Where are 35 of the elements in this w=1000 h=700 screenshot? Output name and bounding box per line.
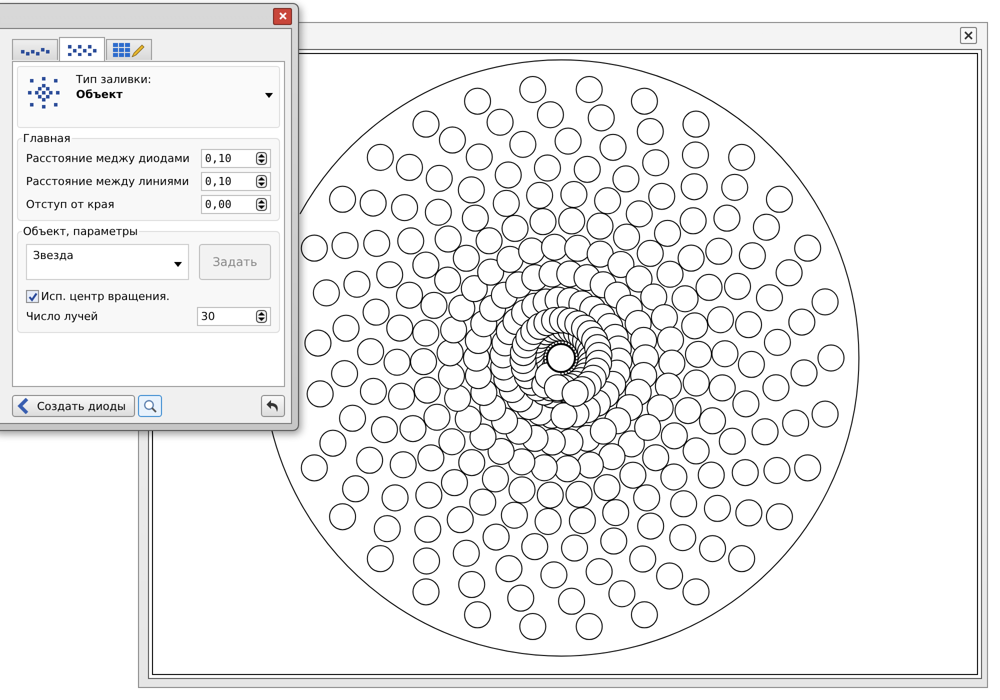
number-field[interactable]: 0,10	[201, 149, 271, 168]
field-label: Расстояние между линиями	[26, 175, 190, 188]
undo-icon	[266, 399, 280, 413]
tab[interactable]	[59, 37, 105, 61]
close-button[interactable]	[273, 8, 292, 24]
field-label: Отступ от края	[26, 198, 114, 211]
number-field[interactable]: 0,00	[201, 195, 271, 214]
search-button[interactable]	[138, 395, 162, 417]
create-diodes-button[interactable]: Создать диоды	[12, 395, 135, 417]
checkbox[interactable]	[26, 290, 39, 303]
fill-type-dropdown[interactable]: Тип заливки: Объект	[17, 66, 280, 128]
close-button[interactable]	[960, 26, 977, 44]
fill-type-value: Объект	[76, 88, 124, 101]
close-icon	[964, 30, 973, 40]
tab[interactable]	[106, 39, 152, 60]
spinner-icon	[256, 175, 267, 188]
grid-pencil-icon	[113, 43, 145, 57]
search-icon	[142, 399, 157, 413]
group-title: Объект, параметры	[22, 225, 139, 238]
spinner-icon	[256, 198, 267, 211]
shape-dropdown[interactable]: Звезда	[26, 244, 189, 280]
fill-type-label: Тип заливки:	[76, 73, 152, 86]
spinner-icon	[256, 310, 267, 323]
number-field[interactable]: 30	[197, 307, 271, 326]
checkbox-label: Исп. центр вращения.	[41, 290, 170, 303]
group-title: Главная	[22, 132, 72, 145]
field-label: Расстояние меджу диодами	[26, 152, 190, 165]
caret-icon	[174, 262, 182, 267]
undo-button[interactable]	[261, 395, 285, 417]
field-label: Число лучей	[26, 310, 98, 323]
caret-icon	[265, 93, 273, 98]
tab[interactable]	[12, 39, 58, 60]
spinner-icon	[256, 152, 267, 165]
close-icon	[278, 12, 286, 20]
number-field[interactable]: 0,10	[201, 172, 271, 191]
